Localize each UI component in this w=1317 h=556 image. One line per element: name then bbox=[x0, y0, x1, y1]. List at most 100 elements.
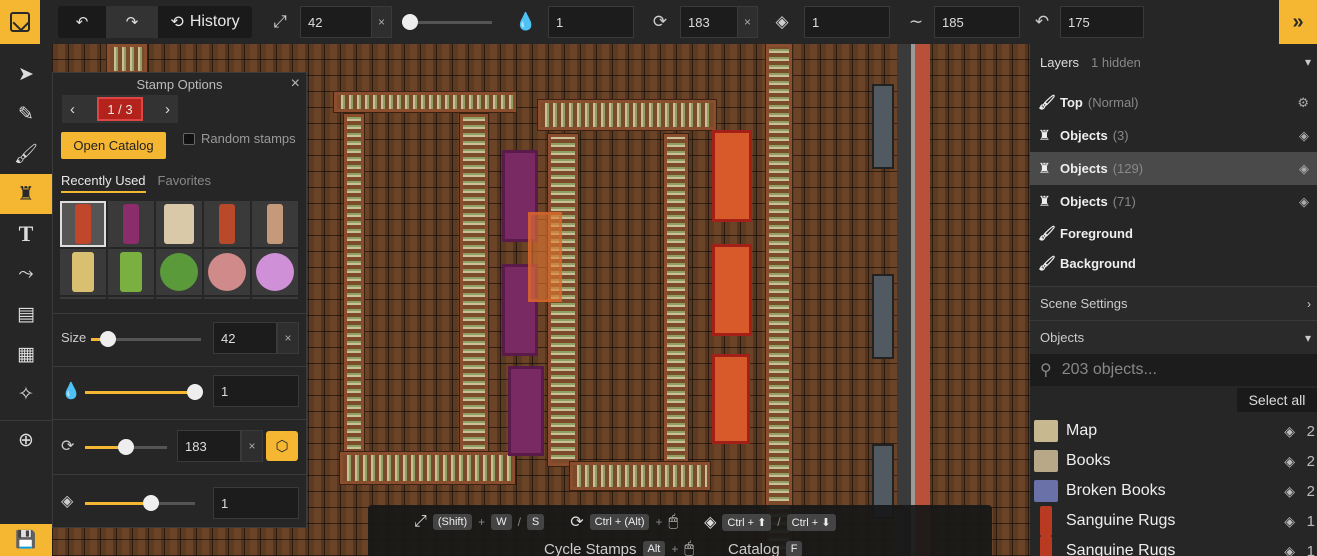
objects-search[interactable]: ⚲ 203 objects... bbox=[1030, 354, 1317, 386]
object-row[interactable]: Sanguine Rugs ◈ 1 bbox=[1030, 506, 1317, 536]
redo-button[interactable]: ↷ bbox=[106, 6, 158, 38]
object-row[interactable]: Map ◈ 2 bbox=[1030, 416, 1317, 446]
layer-row[interactable]: ♜ Objects (71) ◈ bbox=[1030, 185, 1317, 218]
search-input[interactable]: 203 objects... bbox=[1062, 361, 1157, 379]
layer-name: Objects bbox=[1060, 194, 1108, 209]
stamp-thumb-pink-cushion[interactable] bbox=[204, 249, 250, 295]
random-rotation-button[interactable]: ⬡ bbox=[266, 431, 298, 461]
stamp-thumb-sanguine-rug[interactable] bbox=[204, 201, 250, 247]
opacity-input[interactable]: 1 bbox=[213, 375, 299, 407]
effects-tool[interactable]: ✧ bbox=[0, 374, 52, 414]
toolbar-opacity-input[interactable]: 1 bbox=[548, 6, 634, 38]
layer-count: (3) bbox=[1112, 128, 1129, 143]
brush-icon: 🖌 bbox=[1038, 94, 1056, 110]
size-input[interactable]: 42 bbox=[213, 322, 277, 354]
select-all-button[interactable]: Select all bbox=[1237, 388, 1317, 412]
layer-row[interactable]: 🖌 Foreground bbox=[1030, 218, 1317, 248]
object-row[interactable]: Books ◈ 2 bbox=[1030, 446, 1317, 476]
text-tool[interactable]: T bbox=[0, 214, 52, 254]
tab-recently-used[interactable]: Recently Used bbox=[61, 173, 146, 193]
zoom-tool[interactable]: ⊕ bbox=[0, 420, 52, 460]
paint-tool[interactable]: ✎ bbox=[0, 94, 52, 134]
layers-icon[interactable]: ◈ bbox=[1299, 194, 1309, 210]
redo-icon: ↷ bbox=[125, 14, 139, 31]
layer-input[interactable]: 1 bbox=[213, 487, 299, 519]
object-row[interactable]: Sanguine Rugs ◈ 1 bbox=[1030, 536, 1317, 556]
slider-knob[interactable] bbox=[99, 331, 116, 347]
stamp-thumb-empty[interactable] bbox=[60, 297, 106, 299]
stamp-thumb-fur-rug[interactable] bbox=[156, 201, 202, 247]
rotation-input[interactable]: 183 bbox=[177, 430, 241, 462]
layers-icon: ◈ bbox=[61, 493, 74, 510]
size-label: Size bbox=[61, 330, 87, 345]
size-slider[interactable] bbox=[91, 331, 201, 347]
app-logo-button[interactable] bbox=[0, 0, 40, 44]
grid-tool[interactable]: ▦ bbox=[0, 334, 52, 374]
red-carpet-strip bbox=[915, 44, 930, 556]
size-clear-button[interactable]: × bbox=[277, 322, 299, 354]
chevron-left-icon[interactable]: ‹ bbox=[70, 101, 75, 118]
chevron-down-icon: ▾ bbox=[1304, 330, 1311, 345]
toolbar-rotation-clear-button[interactable]: × bbox=[738, 6, 758, 38]
brush-tool[interactable]: 🖌 bbox=[0, 134, 52, 174]
stamp-thumb-violet-cushion[interactable] bbox=[252, 249, 298, 295]
path-tool[interactable]: ⤳ bbox=[0, 254, 52, 294]
layer-row[interactable]: 🖌 Background bbox=[1030, 248, 1317, 278]
layer-row[interactable]: 🖌 Top (Normal) ⚙ bbox=[1030, 86, 1317, 119]
stamp-thumb-purple-rug[interactable] bbox=[108, 201, 154, 247]
layers-icon[interactable]: ◈ bbox=[1299, 161, 1309, 177]
layer-name: Top bbox=[1060, 95, 1083, 110]
stamp-thumb-yellow-curtain[interactable] bbox=[60, 249, 106, 295]
tab-favorites[interactable]: Favorites bbox=[158, 173, 211, 193]
opacity-slider[interactable] bbox=[85, 384, 203, 400]
slider-knob[interactable] bbox=[118, 439, 134, 455]
slider-knob[interactable] bbox=[143, 495, 159, 511]
stamp-thumb-green-curtain[interactable] bbox=[108, 249, 154, 295]
toolbar-layer-input[interactable]: 1 bbox=[804, 6, 890, 38]
stamp-thumb-empty[interactable] bbox=[156, 297, 202, 299]
toolbar-rotation-input[interactable]: 183 bbox=[680, 6, 738, 38]
toolbar-curve-input[interactable]: 185 bbox=[934, 6, 1020, 38]
toolbar-angle-input[interactable]: 175 bbox=[1060, 6, 1144, 38]
layer-name: Background bbox=[1060, 255, 1136, 271]
stamp-thumb-books[interactable] bbox=[252, 201, 298, 247]
chevron-right-icon[interactable]: › bbox=[165, 101, 170, 118]
object-row[interactable]: Broken Books ◈ 2 bbox=[1030, 476, 1317, 506]
brush-icon: 🖌 bbox=[13, 144, 39, 165]
select-tool[interactable]: ➤ bbox=[0, 54, 52, 94]
save-button[interactable]: 💾 bbox=[0, 524, 52, 556]
layer-slider[interactable] bbox=[85, 495, 195, 511]
stamp-thumb-red-rug[interactable] bbox=[60, 201, 106, 247]
object-count: 1 bbox=[1306, 512, 1315, 530]
sanguine-rug-icon bbox=[219, 204, 235, 244]
layer-row[interactable]: ♜ Objects (3) ◈ bbox=[1030, 119, 1317, 152]
history-button[interactable]: ⟲ History bbox=[158, 6, 252, 38]
undo-button[interactable]: ↶ bbox=[58, 6, 106, 38]
close-icon[interactable]: × bbox=[291, 75, 300, 93]
object-name: Sanguine Rugs bbox=[1066, 512, 1176, 529]
scene-settings-header[interactable]: Scene Settings › bbox=[1030, 286, 1317, 320]
toolbar-size-input[interactable]: 42 bbox=[300, 6, 372, 38]
open-catalog-button[interactable]: Open Catalog bbox=[61, 132, 166, 159]
toolbar-size-slider[interactable] bbox=[402, 6, 492, 38]
layer-row: ◈ 1 bbox=[53, 474, 308, 529]
layers-icon[interactable]: ◈ bbox=[1299, 128, 1309, 144]
random-stamps-toggle[interactable]: Random stamps bbox=[183, 131, 296, 146]
slider-knob[interactable] bbox=[402, 14, 418, 30]
stamp-thumb-green-cushion[interactable] bbox=[156, 249, 202, 295]
stamp-thumb-empty[interactable] bbox=[108, 297, 154, 299]
slider-knob[interactable] bbox=[187, 384, 203, 400]
gear-icon[interactable]: ⚙ bbox=[1297, 95, 1309, 111]
random-stamps-checkbox[interactable] bbox=[183, 132, 195, 145]
expand-panel-button[interactable]: » bbox=[1279, 0, 1317, 44]
notes-tool[interactable]: ▤ bbox=[0, 294, 52, 334]
stamp-thumb-empty[interactable] bbox=[204, 297, 250, 299]
stamp-tool[interactable]: ♜ bbox=[0, 174, 52, 214]
layers-header[interactable]: Layers 1 hidden ▾ bbox=[1030, 44, 1317, 80]
rotation-slider[interactable] bbox=[85, 439, 167, 455]
toolbar-size-clear-button[interactable]: × bbox=[372, 6, 392, 38]
layer-row[interactable]: ♜ Objects (129) ◈ bbox=[1030, 152, 1317, 185]
objects-header[interactable]: Objects ▾ bbox=[1030, 320, 1317, 354]
rotation-clear-button[interactable]: × bbox=[241, 430, 263, 462]
stamp-thumb-empty[interactable] bbox=[252, 297, 298, 299]
